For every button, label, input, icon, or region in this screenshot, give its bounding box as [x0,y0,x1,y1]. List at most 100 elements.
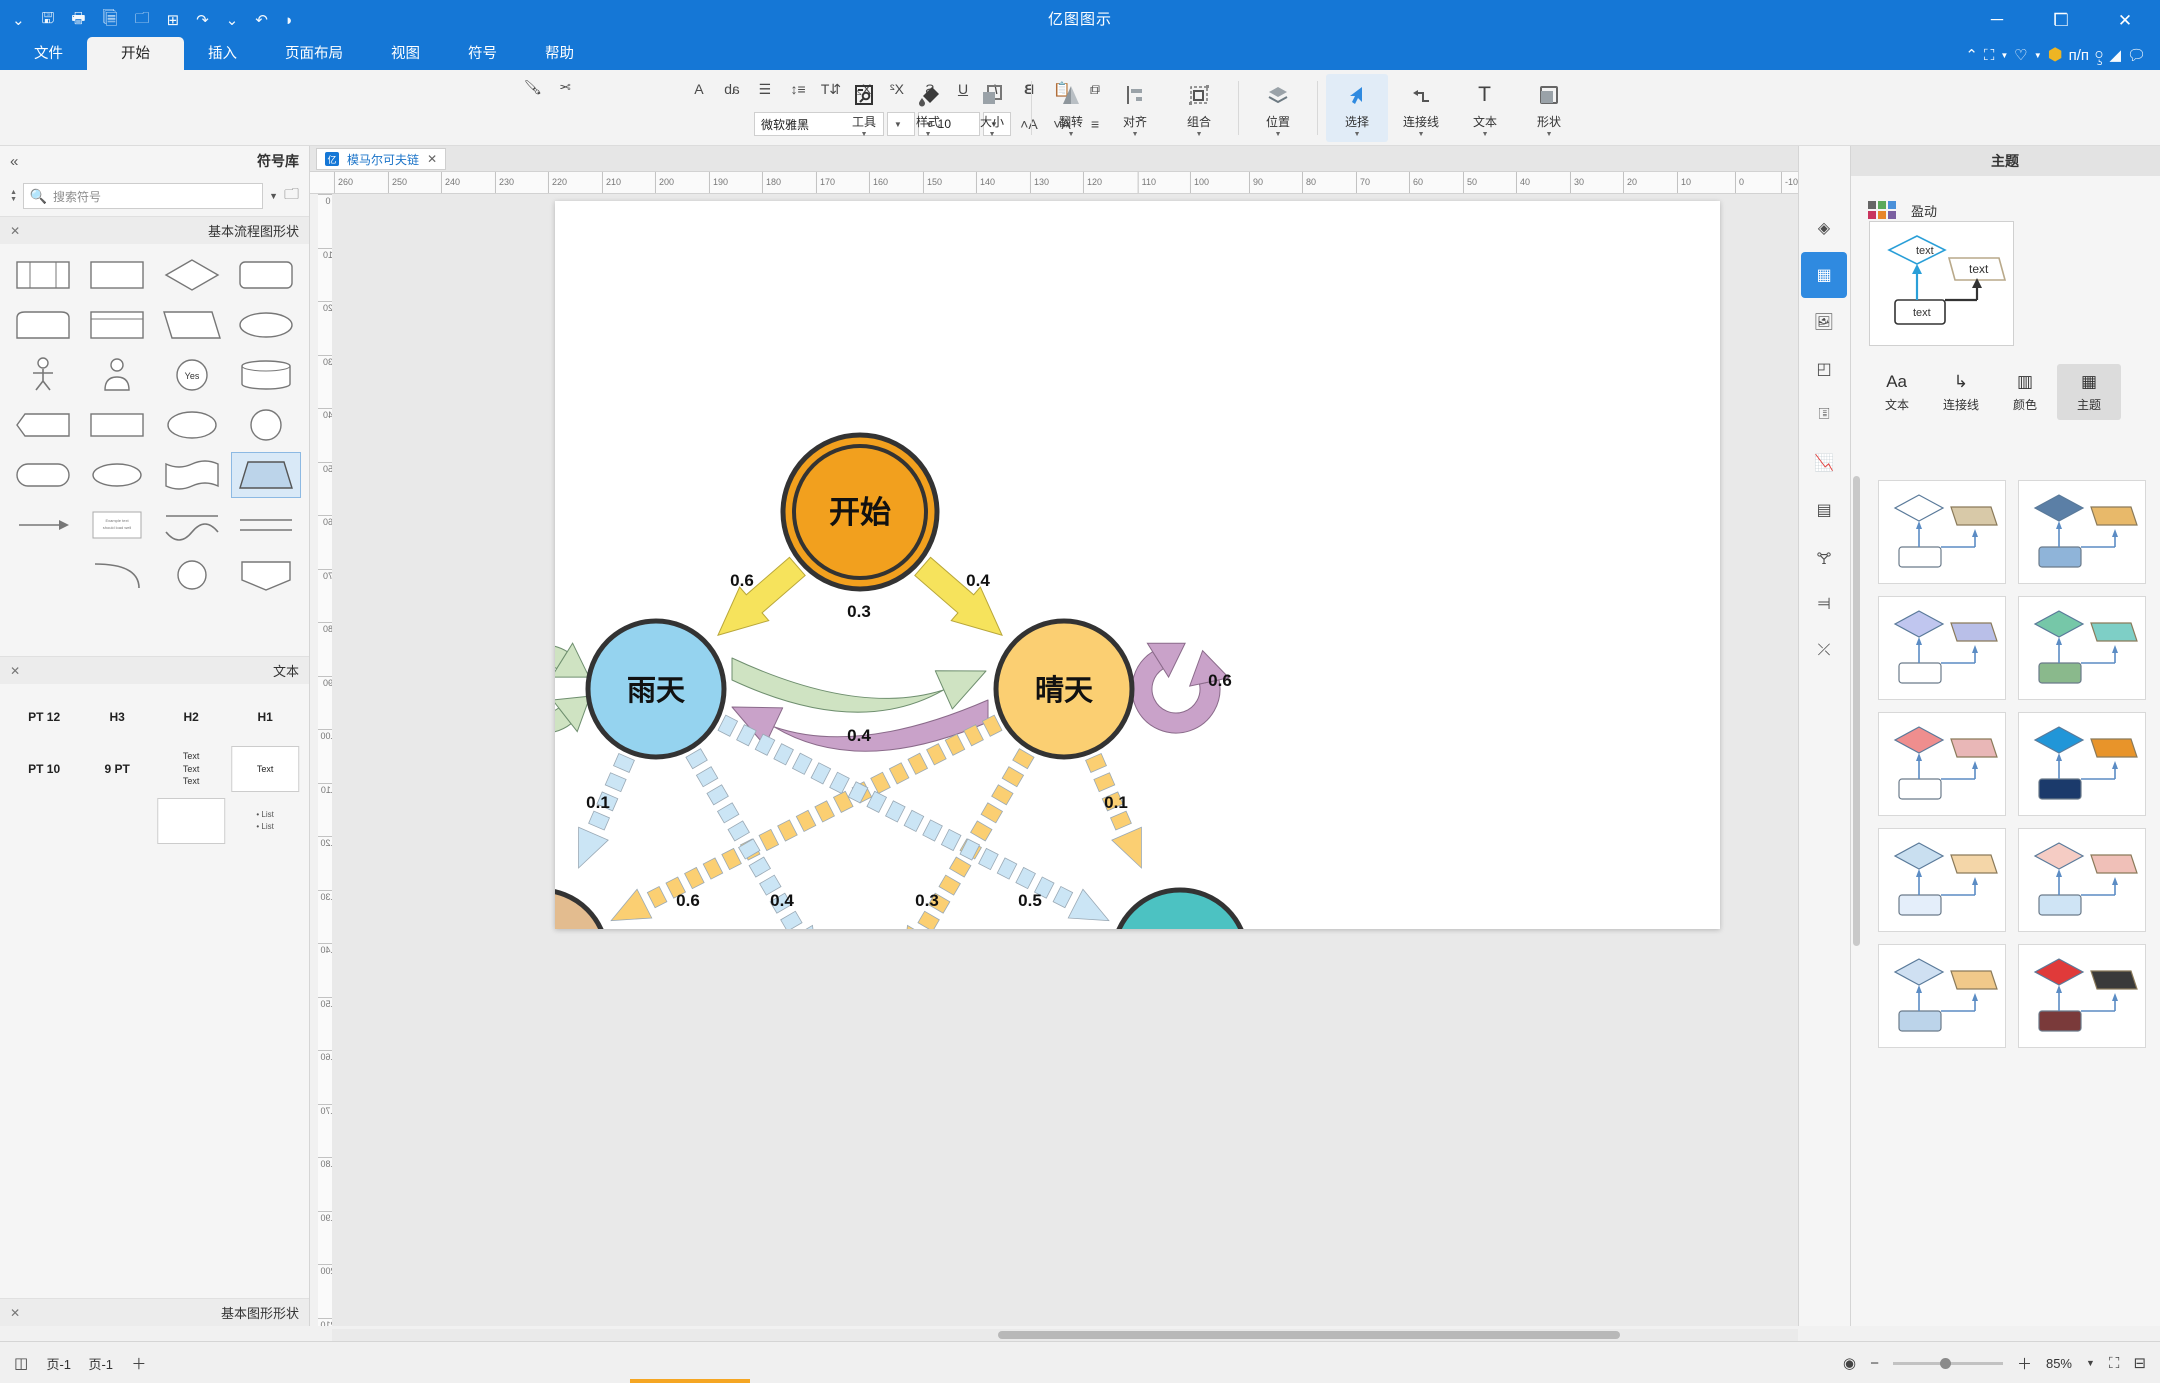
tab-视图[interactable]: 视图 [367,37,444,70]
shape-ellipse[interactable] [157,402,227,448]
shape-rect-round3[interactable] [8,452,78,498]
document-page[interactable]: 开始晴天雨天清洁购物行走0.40.60.30.40.60.70.10.30.50… [470,201,1720,1109]
layers-icon[interactable]: ◳ [1801,346,1847,392]
shape-circle[interactable] [231,402,301,448]
text-shape-blank-box[interactable] [157,798,226,844]
ribbon-button-翻转[interactable]: 翻转 ▼ [1040,74,1102,142]
pointer-icon[interactable]: ◣ [2109,46,2121,64]
shape-trapezoid[interactable] [230,452,301,498]
tab-帮助[interactable]: 帮助 [521,37,598,70]
tab-页面布局[interactable]: 页面布局 [261,37,367,70]
shape-rect[interactable] [82,252,152,298]
theme-card[interactable] [1878,944,2006,1048]
grid-icon[interactable]: ⛶ [1984,47,1995,64]
fullscreen-icon[interactable]: ⛶ [2109,1355,2120,1372]
canvas-area[interactable]: 开始晴天雨天清洁购物行走0.40.60.30.40.60.70.10.30.50… [332,194,1798,1326]
close-icon[interactable]: ✕ [427,152,437,166]
line-spacing-icon[interactable]: ≡↕ [783,76,813,102]
theme-card[interactable] [1878,712,2006,816]
section-header-basic-flowchart[interactable]: 基本流程图形状 ✕ [0,216,309,244]
shape-ellipse-wide[interactable] [231,302,301,348]
scissors-icon[interactable]: ✂ [550,74,580,100]
theme-card[interactable] [1878,596,2006,700]
chevron-down-icon[interactable]: ▼ [2086,1358,2095,1368]
menu-chevron-icon[interactable]: ⌄ [12,11,25,29]
theme-card[interactable] [1878,480,2006,584]
node-sunny[interactable]: 晴天 [993,618,1135,760]
text-shape-H1[interactable]: H1 [231,694,299,740]
text-shape-grid[interactable]: H1 H2 H3 PT 12 Text Text Text Text 9 PT PT 10 • Li… [0,684,309,854]
shape-yes-circle[interactable]: Yes [157,352,227,398]
print-icon[interactable]: 🖶 [71,8,85,33]
expand-icon[interactable]: » [10,153,18,170]
grid-icon[interactable]: ▦ [1801,252,1847,298]
tab-插入[interactable]: 插入 [184,37,261,70]
shape-rect-lines[interactable] [82,302,152,348]
node-start[interactable]: 开始 [780,432,940,592]
ribbon-button-位置[interactable]: 位置 ▼ [1247,74,1309,142]
shape-cylinder[interactable] [231,352,301,398]
ribbon-button-组合[interactable]: 组合 ▼ [1168,74,1230,142]
fit-page-icon[interactable]: ⊟ [2133,1354,2146,1372]
zoom-slider-handle[interactable] [1939,1357,1951,1369]
tab-开始[interactable]: 开始 [87,37,184,70]
shapes-icon[interactable]: 🝖 [1801,534,1847,580]
account-icon[interactable]: ◖ [285,12,294,29]
table-icon[interactable]: ▤ [1801,487,1847,533]
ribbon-button-工具[interactable]: 工具 ▼ [833,74,895,142]
ribbon-button-样式[interactable]: 样式 ▼ [897,74,959,142]
ab-icon[interactable]: ab [717,76,747,102]
shape-lines[interactable] [231,502,301,548]
folder-icon[interactable]: 🗀 [135,8,150,33]
canvas-horizontal-scrollbar[interactable] [332,1329,1798,1341]
tab-文件[interactable]: 文件 [10,37,87,70]
search-input[interactable]: 搜索符号 🔍 [22,183,264,209]
shape-blank[interactable] [8,552,78,598]
zoom-in-icon[interactable]: ＋ [2017,1353,2032,1374]
notes-icon[interactable]: 🗉 [1801,393,1847,439]
highlight-icon[interactable]: ⬢ [2048,45,2063,65]
text-shape-9 PT[interactable]: 9 PT [84,746,152,792]
theme-card[interactable] [2018,828,2146,932]
chevron-down-icon[interactable]: ▼ [2000,51,2008,60]
ribbon-button-形状[interactable]: 形状 ▼ [1518,74,1580,142]
chevron-down-icon[interactable]: ▼ [2034,51,2042,60]
save-icon[interactable]: 🖫 [42,8,55,33]
theme-card[interactable] [2018,944,2146,1048]
play-icon[interactable]: ◉ [1843,1354,1856,1372]
ribbon-button-对齐[interactable]: 对齐 ▼ [1104,74,1166,142]
theme-tab-主题[interactable]: ▦ 主题 [2057,364,2121,420]
shape-person[interactable] [82,352,152,398]
shape-rect2[interactable] [82,402,152,448]
export-icon[interactable]: 🗐 [103,8,118,33]
shape-arrow-left[interactable] [8,502,78,548]
ribbon-button-文本[interactable]: T 文本 ▼ [1454,74,1516,142]
node-clean[interactable]: 清洁 [1110,887,1250,1027]
theme-list-scrollbar[interactable] [1853,476,1860,946]
image-icon[interactable]: 🖼 [1801,299,1847,345]
shape-ellipse2[interactable] [82,452,152,498]
shape-rect-round[interactable] [231,252,301,298]
theme-card-list[interactable] [1858,476,2160,1326]
close-icon[interactable]: ✕ [10,664,20,678]
align-icon[interactable]: ⊨ [1801,581,1847,627]
ribbon-button-连接线[interactable]: 连接线 ▼ [1390,74,1452,142]
text-shape-item-4[interactable]: Text [231,746,299,792]
link-icon[interactable]: ၀ၟ [2095,44,2103,66]
chevron-down-icon[interactable]: ⌄ [226,11,239,29]
font-color-icon[interactable]: A [684,76,714,102]
theme-card[interactable] [2018,596,2146,700]
add-page-icon[interactable]: ＋ [131,1353,146,1374]
theme-tab-文本[interactable]: Aa 文本 [1865,364,1929,420]
undo-icon[interactable]: ↶ [196,11,209,29]
text-shape-bullet-list[interactable]: • List • List [231,798,299,844]
text-shape-H3[interactable]: H3 [84,694,152,740]
shape-blank3[interactable] [157,602,227,648]
shape-wave[interactable] [157,452,227,498]
markov-chain-diagram[interactable]: 开始晴天雨天清洁购物行走0.40.60.30.40.60.70.10.30.50… [470,201,1720,1109]
text-shape-PT 12[interactable]: PT 12 [10,694,78,740]
stepper-icon[interactable]: ▲ ▼ [10,189,17,203]
tab-符号[interactable]: 符号 [444,37,521,70]
zoom-slider[interactable] [1892,1357,2003,1369]
chevron-down-icon[interactable]: ▼ [269,191,278,201]
